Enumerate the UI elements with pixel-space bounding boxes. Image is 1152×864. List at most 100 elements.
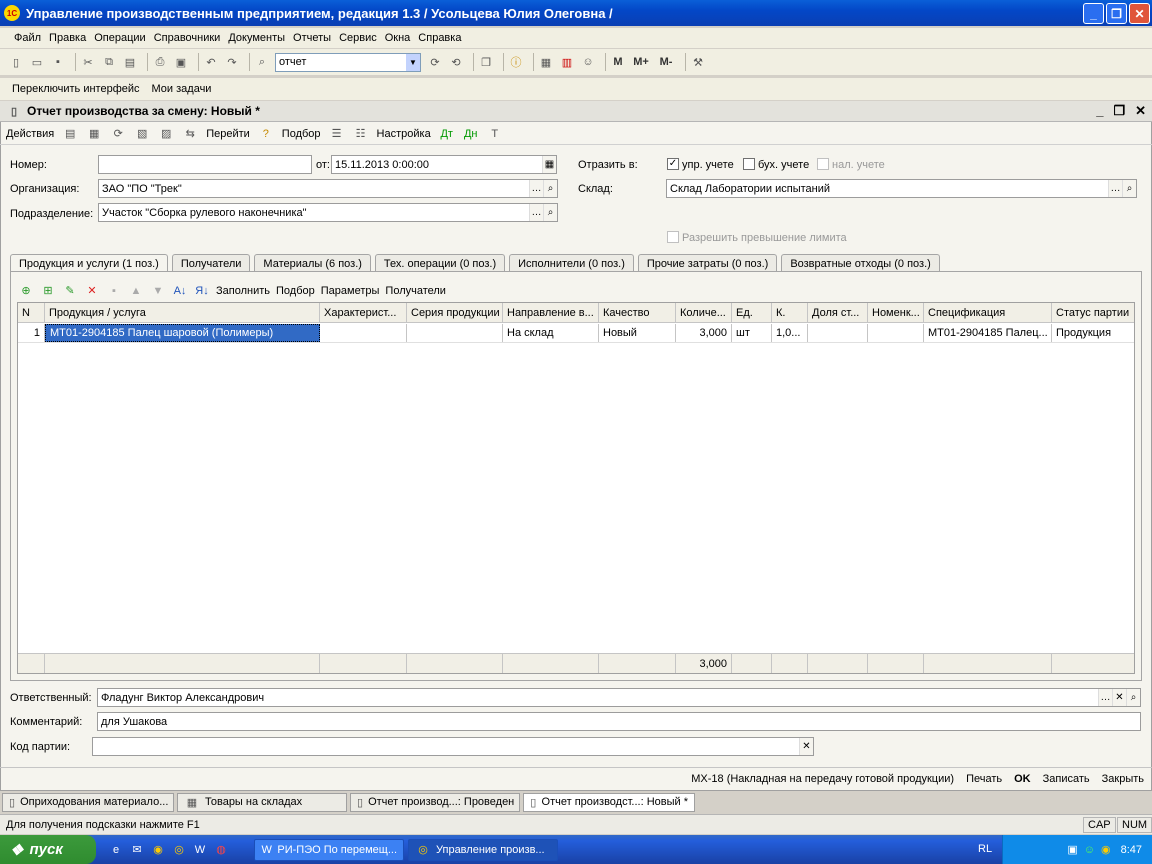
memory-plus-button[interactable]: M+ — [631, 54, 651, 70]
col-n[interactable]: N — [18, 303, 45, 322]
doc-close-button[interactable]: ✕ — [1135, 103, 1146, 119]
cell-unit[interactable]: шт — [732, 324, 772, 342]
menu-catalogs[interactable]: Справочники — [154, 32, 221, 44]
ie-icon[interactable]: e — [108, 842, 124, 858]
help-icon[interactable]: ? — [258, 126, 274, 142]
menu-reports[interactable]: Отчеты — [293, 32, 331, 44]
restore-button[interactable]: ❐ — [1106, 3, 1127, 24]
move-up-icon[interactable]: ▲ — [128, 283, 144, 299]
close-form-button[interactable]: Закрыть — [1102, 773, 1144, 785]
department-field[interactable]: Участок "Сборка рулевого наконечника"… ⌕ — [98, 203, 558, 222]
structure-icon[interactable]: ▨ — [158, 126, 174, 142]
clear-icon[interactable]: ✕ — [799, 738, 813, 755]
app-icon[interactable]: ◉ — [150, 842, 166, 858]
select-ellipsis-button[interactable]: … — [529, 204, 543, 221]
refresh-icon[interactable]: ⟳ — [110, 126, 126, 142]
window-tab-stock[interactable]: ▦ Товары на складах — [177, 792, 347, 812]
clear-icon[interactable]: ✕ — [1112, 689, 1126, 706]
settings-button[interactable]: Настройка — [377, 128, 431, 140]
tab-other-costs[interactable]: Прочие затраты (0 поз.) — [637, 254, 778, 272]
calculator-icon[interactable]: ▦ — [538, 54, 554, 70]
checklist-icon[interactable]: ☷ — [353, 126, 369, 142]
switch-interface-button[interactable]: Переключить интерфейс — [12, 83, 140, 95]
tools-icon[interactable]: ⚒ — [690, 54, 706, 70]
cut-icon[interactable]: ✂ — [80, 54, 96, 70]
language-indicator[interactable]: RL — [978, 843, 992, 855]
search-icon[interactable]: ⌕ — [1122, 180, 1136, 197]
menu-documents[interactable]: Документы — [228, 32, 285, 44]
network-icon[interactable]: ▣ — [1067, 843, 1077, 856]
col-series[interactable]: Серия продукции — [407, 303, 503, 322]
chrome-icon[interactable]: ◍ — [213, 842, 229, 858]
1c-icon[interactable]: ◎ — [171, 842, 187, 858]
cell-k[interactable]: 1,0... — [772, 324, 808, 342]
cell-quantity[interactable]: 3,000 — [676, 324, 732, 342]
doc-restore-button[interactable]: ❐ — [1113, 103, 1125, 119]
menu-operations[interactable]: Операции — [94, 32, 145, 44]
edit-row-icon[interactable]: ✎ — [62, 283, 78, 299]
col-specification[interactable]: Спецификация — [924, 303, 1052, 322]
number-field[interactable] — [98, 155, 312, 174]
move-down-icon[interactable]: ▼ — [150, 283, 166, 299]
actions-menu-button[interactable]: Действия — [6, 128, 54, 140]
parameters-button[interactable]: Параметры — [321, 285, 380, 297]
col-direction[interactable]: Направление в... — [503, 303, 599, 322]
batch-code-field[interactable]: ✕ — [92, 737, 814, 756]
doc-minimize-button[interactable]: _ — [1096, 103, 1103, 119]
preview-icon[interactable]: ▣ — [173, 54, 189, 70]
my-tasks-button[interactable]: Мои задачи — [152, 83, 212, 95]
undo-icon[interactable]: ↶ — [203, 54, 219, 70]
create-based-icon[interactable]: ▧ — [134, 126, 150, 142]
task-word-doc[interactable]: W РИ-ПЭО По перемещ... — [254, 838, 404, 861]
copy-row-icon[interactable]: ⊞ — [40, 283, 56, 299]
col-share[interactable]: Доля ст... — [808, 303, 868, 322]
window-tab-report-posted[interactable]: ▯ Отчет производ...: Проведен — [350, 792, 520, 812]
col-unit[interactable]: Ед. — [732, 303, 772, 322]
dt-kt-n-icon[interactable]: Дн — [463, 126, 479, 142]
menu-help[interactable]: Справка — [418, 32, 461, 44]
print-icon[interactable]: ⎙ — [152, 54, 168, 70]
calendar-icon[interactable]: ▦ — [542, 156, 556, 173]
menu-service[interactable]: Сервис — [339, 32, 377, 44]
open-icon[interactable]: ▭ — [29, 54, 45, 70]
search-combo[interactable]: отчет ▼ — [275, 52, 421, 72]
menu-file[interactable]: Файл — [14, 32, 41, 44]
table-row[interactable]: 1 МТ01-2904185 Палец шаровой (Полимеры) … — [18, 324, 1134, 343]
ok-button[interactable]: OK — [1014, 773, 1031, 785]
memory-button[interactable]: M — [610, 54, 626, 70]
redo-icon[interactable]: ↷ — [224, 54, 240, 70]
start-button[interactable]: ❖ пуск — [0, 835, 96, 864]
info-icon[interactable]: ⓘ — [508, 54, 524, 70]
print-button[interactable]: Печать — [966, 773, 1002, 785]
add-row-icon[interactable]: ⊕ — [18, 283, 34, 299]
save-button[interactable]: Записать — [1043, 773, 1090, 785]
col-batch-status[interactable]: Статус партии — [1052, 303, 1136, 322]
save-icon[interactable]: ▪ — [50, 54, 66, 70]
cell-specification[interactable]: МТ01-2904185 Палец... — [924, 324, 1052, 342]
select-ellipsis-button[interactable]: … — [529, 180, 543, 197]
fill-menu-button[interactable]: Заполнить — [216, 285, 270, 297]
windows-icon[interactable]: ❐ — [478, 54, 494, 70]
tray-app-icon[interactable]: ◉ — [1101, 843, 1111, 856]
menu-edit[interactable]: Правка — [49, 32, 86, 44]
limit-checkbox[interactable] — [667, 231, 679, 243]
col-quality[interactable]: Качество — [599, 303, 676, 322]
word-icon[interactable]: W — [192, 842, 208, 858]
cell-direction[interactable]: На склад — [503, 324, 599, 342]
paste-icon[interactable]: ▤ — [122, 54, 138, 70]
copy-icon[interactable]: ⧉ — [101, 54, 117, 70]
select-ellipsis-button[interactable]: … — [1098, 689, 1112, 706]
smiley-icon[interactable]: ☺ — [1084, 844, 1095, 856]
calendar-icon[interactable]: ▥ — [559, 54, 575, 70]
responsible-field[interactable]: Фладунг Виктор Александрович… ✕ ⌕ — [97, 688, 1141, 707]
minimize-button[interactable]: _ — [1083, 3, 1104, 24]
search-icon[interactable]: ⌕ — [254, 54, 270, 70]
menu-windows[interactable]: Окна — [385, 32, 411, 44]
chevron-down-icon[interactable]: ▼ — [406, 53, 420, 71]
unpost-icon[interactable]: ▦ — [86, 126, 102, 142]
sort-desc-icon[interactable]: Я↓ — [194, 283, 210, 299]
cell-product[interactable]: МТ01-2904185 Палец шаровой (Полимеры) — [45, 324, 320, 342]
col-quantity[interactable]: Количе... — [676, 303, 732, 322]
col-nomenclature[interactable]: Номенк... — [868, 303, 924, 322]
users-icon[interactable]: ☺ — [580, 54, 596, 70]
